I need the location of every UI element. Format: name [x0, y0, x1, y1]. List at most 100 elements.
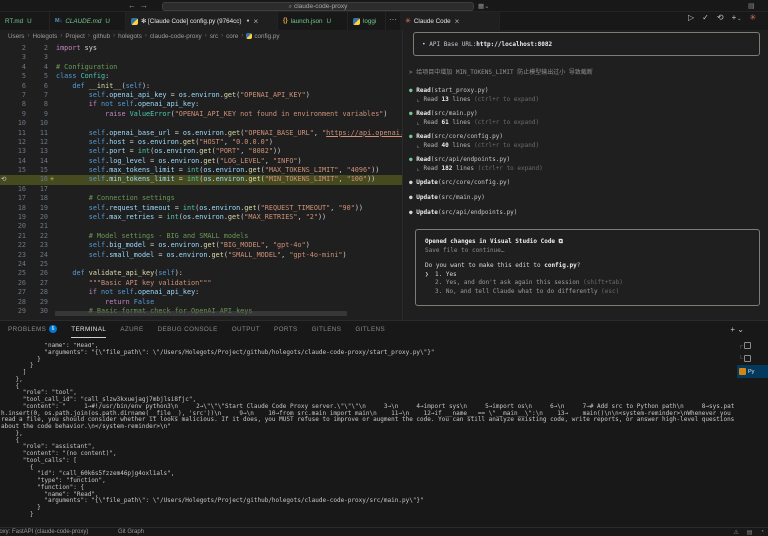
tool-call-result[interactable]: ⌞ Read 61 lines (ctrl+r to expand) — [409, 118, 768, 127]
customize-layout-icon[interactable]: ▤ — [748, 2, 755, 10]
breadcrumb-item[interactable]: github — [93, 33, 110, 40]
dialog-option[interactable]: 3. No, and tell Claude what to do differ… — [425, 288, 750, 297]
editor-tab[interactable]: ✻ [Claude Code] config.py (9764cc)●× — [126, 12, 278, 30]
old-line-number: 17 — [6, 194, 26, 203]
dialog-question: Do you want to make this edit to config.… — [425, 262, 750, 271]
panel-tab-debug-console[interactable]: DEBUG CONSOLE — [158, 322, 218, 338]
history-icon[interactable]: ⟲ — [717, 13, 725, 22]
breadcrumb-item[interactable]: config.py — [254, 33, 279, 40]
breadcrumb-item[interactable]: Users — [8, 33, 24, 40]
revert-change-icon[interactable]: ⟲ — [1, 175, 6, 184]
tool-call-read[interactable]: ● Read(start_proxy.py) ⌞ Read 13 lines (… — [409, 86, 768, 104]
panel-tab-terminal[interactable]: TERMINAL — [71, 322, 106, 338]
command-center-search[interactable]: ⌕claude-code-proxy — [162, 2, 474, 11]
tab-strip-left: RT.mdUM↓CLAUDE.mdU✻ [Claude Code] config… — [0, 12, 386, 30]
old-line-number: 20 — [6, 222, 26, 231]
tab-claude-code[interactable]: ✳ Claude Code × — [400, 12, 500, 30]
status-item-git-graph[interactable]: Git Graph — [118, 529, 144, 535]
python-env-icon — [739, 368, 746, 375]
close-icon[interactable]: × — [254, 17, 259, 26]
status-icon-3[interactable]: ◔ — [760, 529, 764, 536]
editor-tab[interactable]: RT.mdU — [0, 12, 50, 30]
editor-tab[interactable]: M↓CLAUDE.mdU — [50, 12, 126, 30]
status-item-fastapi[interactable]: proxy: FastAPI (claude-code-proxy) — [0, 529, 88, 535]
breadcrumb-separator: › — [27, 33, 29, 39]
breadcrumb-separator: › — [88, 33, 90, 39]
old-line-number: 11 — [6, 129, 26, 138]
back-icon[interactable]: ← — [128, 1, 140, 10]
breadcrumb-item[interactable]: Holegots — [32, 33, 57, 40]
dialog-option[interactable]: ❯1. Yes — [425, 271, 750, 280]
terminal-instance[interactable]: └ — [737, 352, 768, 365]
tool-call-update[interactable]: ● Update(src/main.py) — [409, 193, 768, 202]
panel-tab-gitlens[interactable]: GITLENS — [312, 322, 342, 338]
tab-label: Claude Code — [414, 18, 451, 25]
terminal-instance[interactable]: ┌ — [737, 339, 768, 352]
old-line-number: 21 — [6, 232, 26, 241]
more-tabs-button[interactable]: ⋯ — [386, 12, 400, 30]
diff-editor[interactable]: 22import sys3344# Configuration55class C… — [0, 42, 402, 320]
horizontal-scrollbar[interactable] — [55, 311, 347, 316]
old-line-number: 16 — [6, 185, 26, 194]
tab-label: RT.md — [5, 18, 23, 25]
close-icon[interactable]: × — [455, 17, 460, 26]
terminal-output[interactable]: "name": "Read", "arguments": "{\"file_pa… — [1, 343, 737, 521]
diff-add-marker — [48, 279, 56, 288]
code-line: 2829 return False — [0, 298, 402, 307]
diff-add-marker — [48, 63, 56, 72]
breadcrumb-item[interactable]: core — [226, 33, 238, 40]
dialog-title[interactable]: Opened changes in Visual Studio Code ⧉ — [425, 238, 750, 247]
new-line-number: 7 — [28, 91, 48, 100]
editor-tab[interactable]: loggi — [348, 12, 386, 30]
breadcrumb-item[interactable]: holegots — [118, 33, 142, 40]
dialog-option[interactable]: 2. Yes, and don't ask again this session… — [425, 279, 750, 288]
old-line-number: 2 — [6, 44, 26, 53]
diff-add-marker — [48, 129, 56, 138]
old-line-number: 9 — [6, 110, 26, 119]
panel-tab-problems[interactable]: PROBLEMS6 — [8, 322, 57, 338]
terminal-line: } — [1, 512, 737, 519]
user-prompt-text: > 给项目中增加 MIN_TOKENS_LIMIT 防止模型输出过小 导致截断 — [409, 69, 760, 76]
code-text: import sys — [56, 44, 97, 53]
terminal-line: "arguments": "{\"file_path\": \"/Users/H… — [1, 498, 737, 505]
run-icon[interactable]: ▷ — [688, 13, 695, 22]
panel-tab-ports[interactable]: PORTS — [274, 322, 298, 338]
tool-call-update[interactable]: ● Update(src/api/endpoints.py) — [409, 208, 768, 217]
nav-history-arrows[interactable]: ←→ — [128, 1, 152, 10]
new-session-button[interactable]: +⌄ — [732, 13, 743, 22]
new-line-number: 13 — [28, 147, 48, 156]
terminal-instance[interactable]: Py — [737, 365, 768, 378]
forward-icon[interactable]: → — [140, 1, 152, 10]
terminal-line: ] — [1, 370, 737, 377]
tool-call-read[interactable]: ● Read(src/core/config.py) ⌞ Read 40 lin… — [409, 132, 768, 150]
tool-call-result[interactable]: ⌞ Read 13 lines (ctrl+r to expand) — [409, 95, 768, 104]
diff-add-marker — [48, 91, 56, 100]
toolbar-split-button[interactable]: ▦⌄ — [478, 2, 490, 10]
new-line-number: 6 — [28, 82, 48, 91]
tool-call-read[interactable]: ● Read(src/api/endpoints.py) ⌞ Read 182 … — [409, 155, 768, 173]
diff-add-marker — [48, 194, 56, 203]
status-icon-2[interactable]: ▤ — [747, 529, 753, 536]
status-icon-1[interactable]: ⚠ — [733, 529, 738, 536]
title-bar: ←→ ⌕claude-code-proxy ▦⌄ ▤ — [0, 0, 768, 12]
breadcrumb-item[interactable]: src — [210, 33, 218, 40]
api-base-url-value: http://localhost:8082 — [476, 41, 552, 48]
breadcrumb-item[interactable]: Project — [65, 33, 85, 40]
editor-tab[interactable]: {}launch.jsonU — [278, 12, 348, 30]
claude-icon[interactable]: ✳ — [749, 13, 757, 22]
tool-call-result[interactable]: ⌞ Read 40 lines (ctrl+r to expand) — [409, 141, 768, 150]
new-terminal-button[interactable]: + ⌄ — [730, 322, 744, 338]
new-line-number: 12 — [28, 138, 48, 147]
panel-tab-output[interactable]: OUTPUT — [232, 322, 260, 338]
search-text: claude-code-proxy — [294, 3, 347, 10]
tool-call-result[interactable]: ⌞ Read 182 lines (ctrl+r to expand) — [409, 164, 768, 173]
new-line-number: 19 — [28, 204, 48, 213]
tool-call-read[interactable]: ● Read(src/main.py) ⌞ Read 61 lines (ctr… — [409, 109, 768, 127]
panel-tab-gitlens[interactable]: GITLENS — [355, 322, 385, 338]
panel-tab-azure[interactable]: AZURE — [120, 322, 143, 338]
breadcrumb-separator: › — [205, 33, 207, 39]
breadcrumb-item[interactable]: claude-code-proxy — [150, 33, 202, 40]
check-icon[interactable]: ✓ — [702, 13, 710, 22]
diff-add-marker — [48, 213, 56, 222]
tool-call-update[interactable]: ● Update(src/core/config.py) — [409, 178, 768, 187]
